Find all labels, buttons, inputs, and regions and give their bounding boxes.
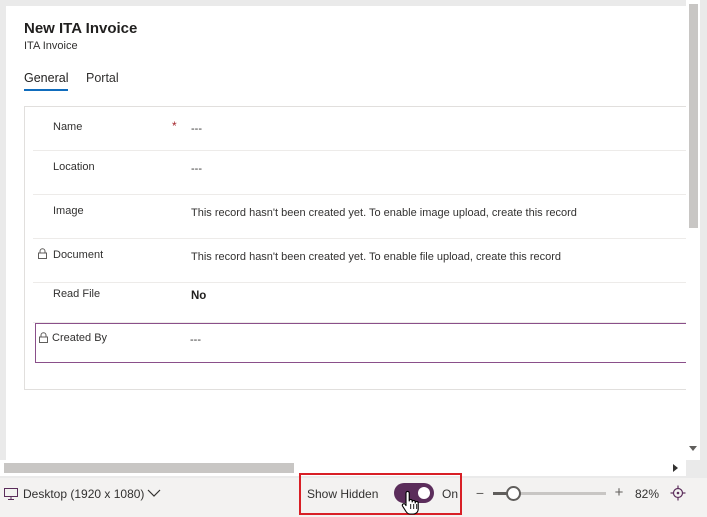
zoom-value: 82% — [635, 487, 660, 501]
form-card: New ITA Invoice ITA Invoice General Port… — [6, 6, 687, 460]
field-value-image: This record hasn't been created yet. To … — [191, 207, 577, 219]
tab-portal[interactable]: Portal — [86, 71, 119, 91]
lock-icon — [39, 332, 48, 343]
lock-icon — [38, 248, 47, 259]
field-label-image: Image — [53, 205, 84, 217]
bottom-toolbar: Desktop (1920 x 1080) Show Hidden On − +… — [0, 473, 707, 515]
zoom-slider-thumb[interactable] — [506, 486, 521, 501]
hand-cursor-icon — [401, 490, 419, 515]
device-selector-label[interactable]: Desktop (1920 x 1080) — [23, 487, 144, 501]
field-row-document[interactable]: Document This record hasn't been created… — [33, 239, 687, 283]
field-label-document: Document — [53, 249, 104, 261]
general-section: Name * --- Location --- Image This recor… — [24, 106, 687, 390]
field-value-created-by: --- — [190, 334, 201, 346]
vertical-scrollbar-thumb[interactable] — [689, 4, 698, 228]
zoom-in-button[interactable]: + — [613, 484, 625, 501]
field-value-read-file[interactable]: No — [191, 290, 206, 302]
form-title: New ITA Invoice — [24, 20, 138, 37]
form-canvas: New ITA Invoice ITA Invoice General Port… — [0, 0, 707, 480]
field-label-read-file: Read File — [53, 288, 101, 300]
required-marker: * — [172, 119, 177, 133]
field-row-location[interactable]: Location --- — [33, 151, 687, 195]
tab-general[interactable]: General — [24, 71, 69, 91]
field-row-read-file[interactable]: Read File No — [33, 283, 687, 323]
field-row-name[interactable]: Name * --- — [33, 107, 687, 151]
field-value-location[interactable]: --- — [191, 163, 202, 175]
field-label-name: Name — [53, 121, 83, 133]
show-hidden-label: Show Hidden — [307, 487, 379, 501]
field-value-name[interactable]: --- — [191, 123, 202, 135]
field-row-created-by[interactable]: Created By --- — [35, 323, 687, 363]
show-hidden-state: On — [442, 487, 459, 501]
field-value-document: This record hasn't been created yet. To … — [191, 251, 562, 263]
fit-to-screen-icon[interactable] — [670, 485, 686, 501]
form-subtitle: ITA Invoice — [24, 40, 78, 52]
field-label-created-by: Created By — [52, 332, 108, 344]
field-row-image[interactable]: Image This record hasn't been created ye… — [33, 195, 687, 239]
field-label-location: Location — [53, 161, 95, 173]
zoom-out-button[interactable]: − — [474, 485, 486, 501]
scroll-down-arrow-icon[interactable] — [689, 446, 697, 451]
chevron-down-icon[interactable] — [147, 488, 161, 498]
horizontal-scrollbar-thumb[interactable] — [4, 463, 294, 473]
scroll-right-arrow-icon[interactable] — [673, 464, 678, 472]
monitor-icon[interactable] — [4, 488, 18, 500]
vertical-scrollbar[interactable] — [686, 0, 700, 460]
